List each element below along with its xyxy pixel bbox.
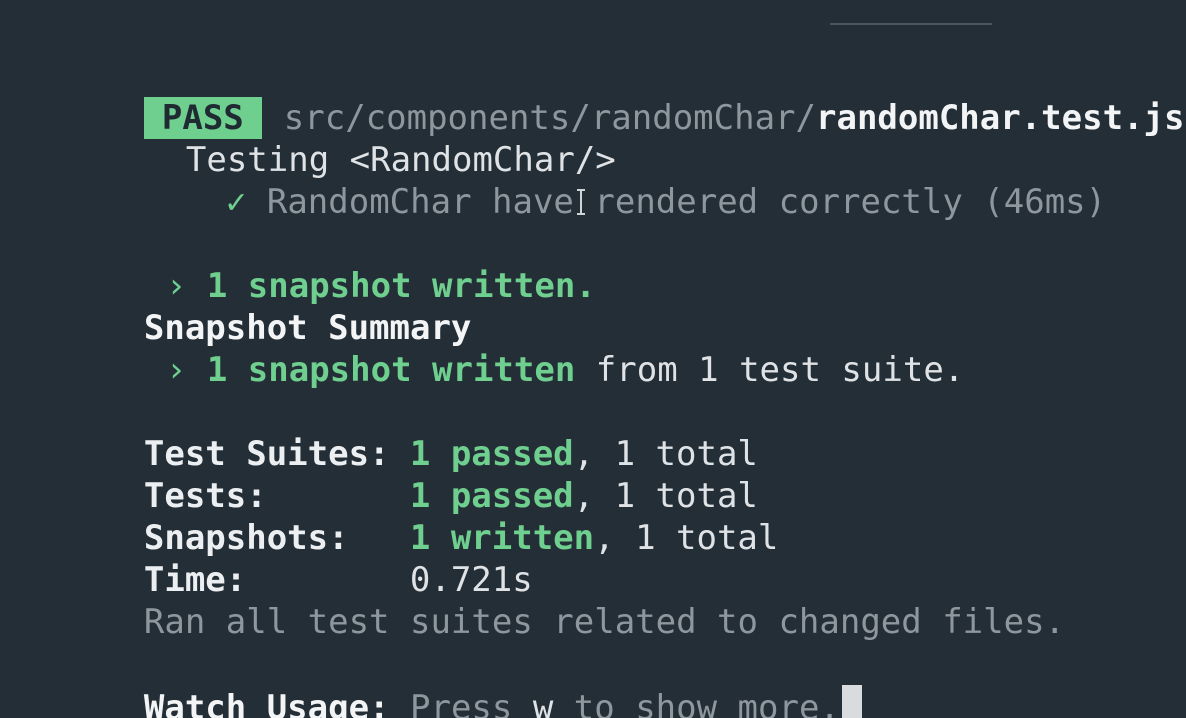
terminal-window[interactable]: PASS src/components/randomChar/randomChar… [0, 0, 1186, 718]
terminal-cursor[interactable] [841, 685, 862, 718]
test-file-name: randomChar.test.js [816, 98, 1185, 138]
text-cursor-icon [577, 189, 585, 215]
snapshot-summary-line: › 1 snapshot written from 1 test suite. [84, 307, 964, 390]
watch-usage-label: Watch Usage: [143, 688, 390, 718]
snapshot-summary-title: Snapshot Summary [62, 265, 472, 348]
chevron-right-icon: › [165, 350, 187, 390]
watch-key: w [532, 688, 554, 718]
snapshot-written-line: › 1 snapshot written. [84, 223, 596, 306]
checkmark-icon: ✓ [225, 182, 247, 222]
describe-block-label: Testing <RandomChar/> [104, 97, 616, 180]
stat-rest: , 1 total [594, 518, 779, 558]
test-file-result-line: PASS src/components/randomChar/randomChar… [62, 55, 1184, 139]
snapshot-summary-rest: from 1 test suite. [575, 350, 965, 390]
test-case-name: RandomChar have rendered correctly (46ms… [266, 182, 1107, 222]
watch-press-text: Press [389, 688, 533, 718]
stat-tests: Tests: 1 passed, 1 total [62, 433, 758, 516]
watch-rest-text: to show more. [553, 688, 840, 718]
stat-snapshots: Snapshots: 1 written, 1 total [62, 475, 778, 558]
stat-time: Time: 0.721s [62, 517, 533, 600]
ran-all-note-text: Ran all test suites related to changed f… [143, 602, 1066, 642]
ran-all-note: Ran all test suites related to changed f… [62, 559, 1065, 642]
stat-test-suites: Test Suites: 1 passed, 1 total [62, 391, 758, 474]
test-case-line: ✓ RandomChar have rendered correctly (46… [144, 139, 1106, 222]
snapshot-summary-highlight: 1 snapshot written [206, 350, 576, 390]
top-divider [830, 23, 992, 25]
watch-usage-line[interactable]: Watch Usage: Press w to show more. [62, 643, 862, 718]
